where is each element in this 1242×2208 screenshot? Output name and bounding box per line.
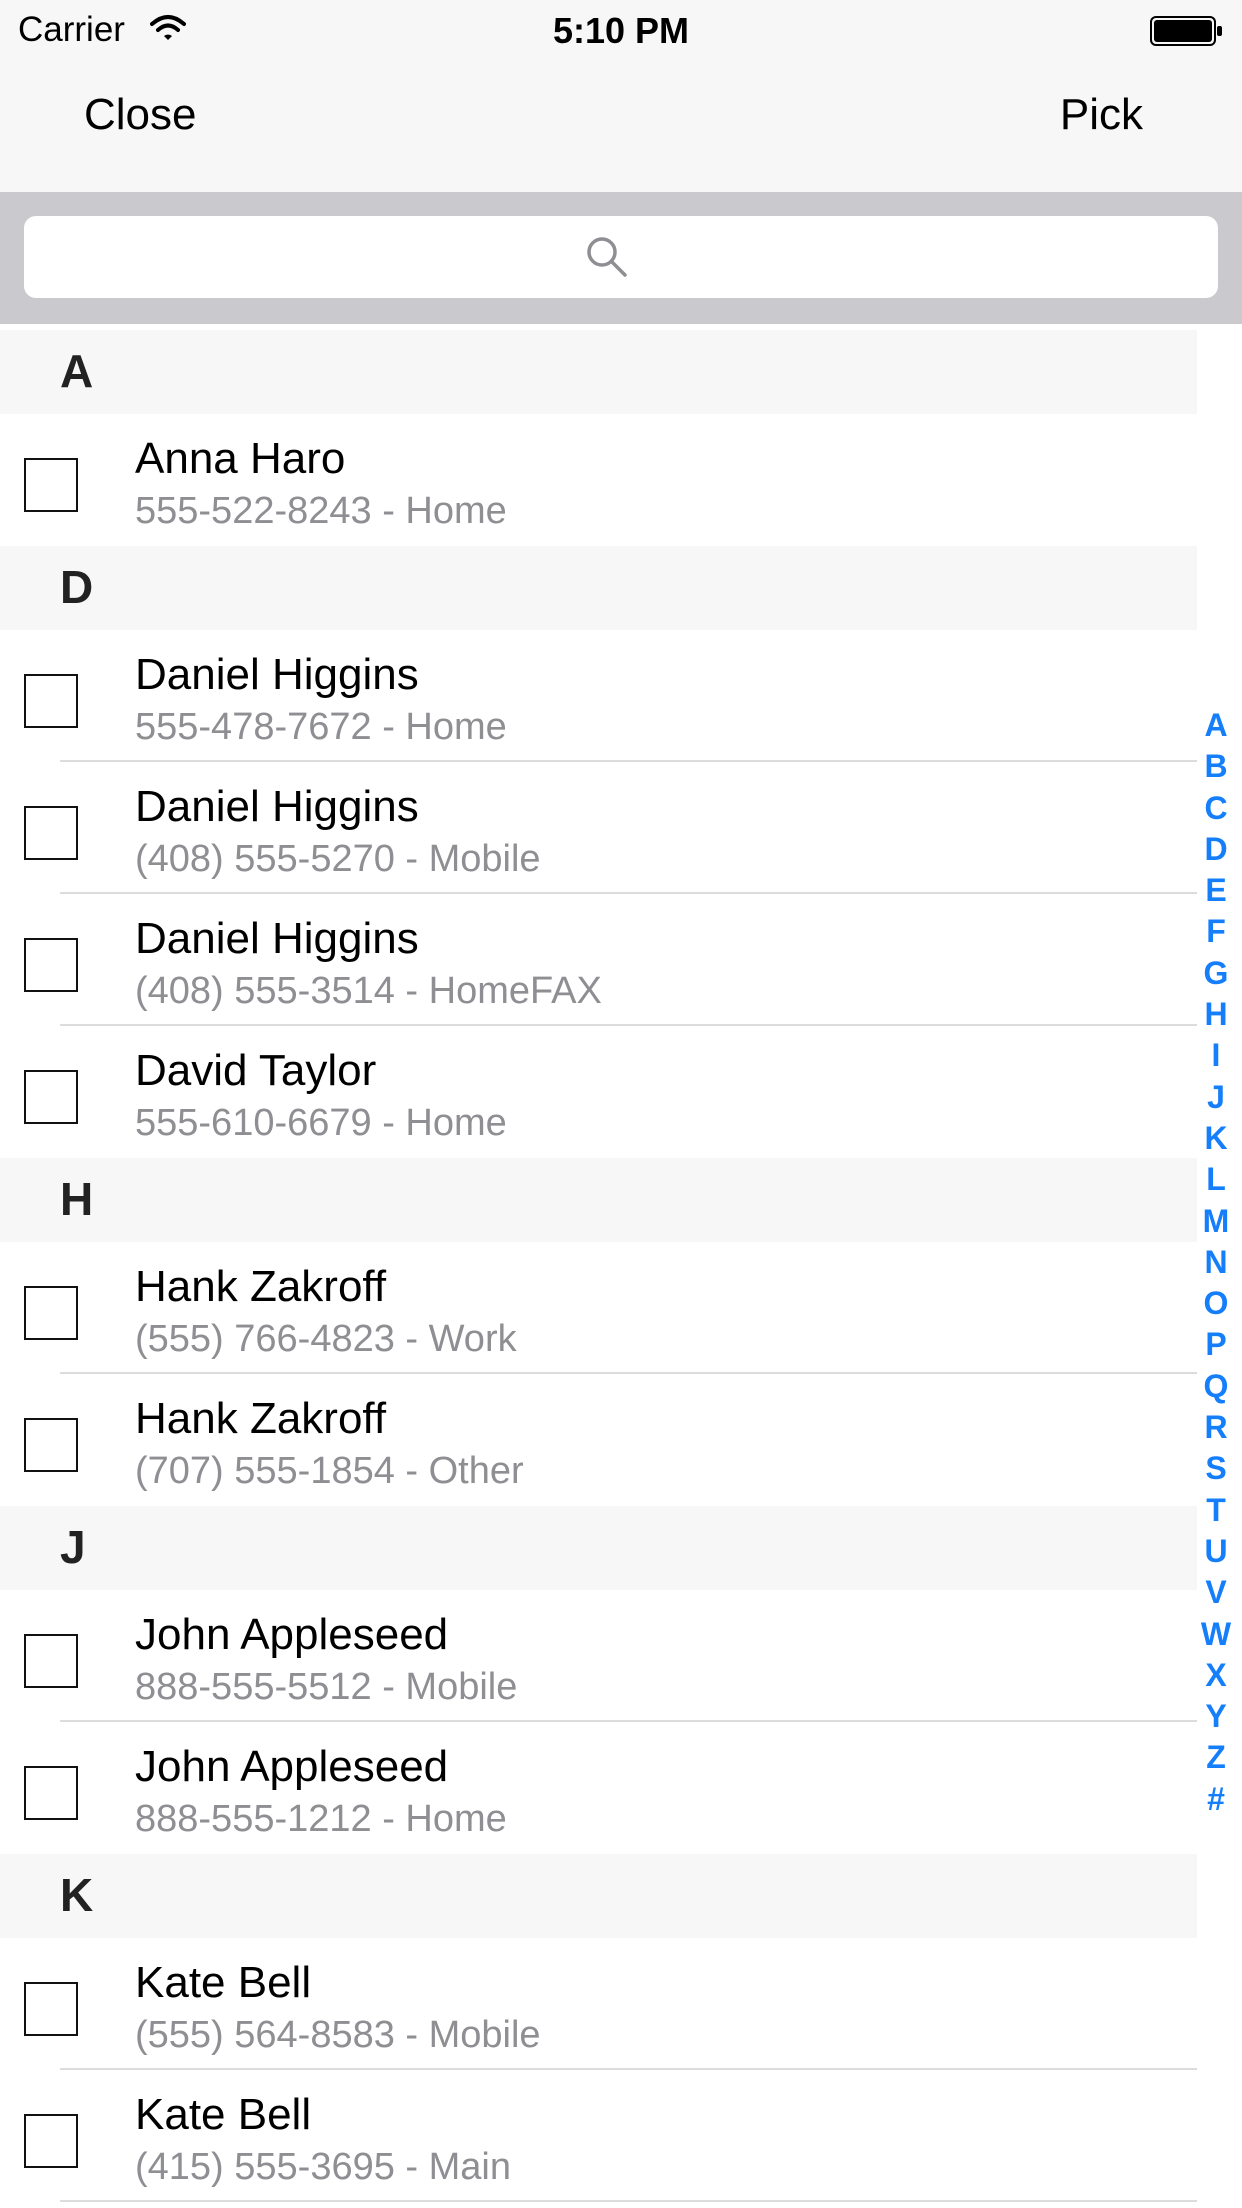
select-checkbox[interactable]: [24, 1286, 78, 1340]
index-letter[interactable]: X: [1205, 1655, 1226, 1696]
index-letter[interactable]: S: [1205, 1448, 1226, 1489]
contact-row[interactable]: Kate Bell (555) 564-8583 - Mobile: [0, 1938, 1197, 2070]
section-letter: K: [60, 1869, 94, 1921]
contact-row[interactable]: Daniel Higgins (408) 555-3514 - HomeFAX: [0, 894, 1197, 1026]
contact-detail: (408) 555-5270 - Mobile: [135, 838, 541, 880]
index-letter[interactable]: E: [1205, 870, 1226, 911]
section-letter: H: [60, 1173, 94, 1225]
contact-row[interactable]: Hank Zakroff (707) 555-1854 - Other: [0, 1374, 1197, 1506]
section-header-k: K: [0, 1854, 1197, 1938]
index-letter[interactable]: Q: [1204, 1366, 1229, 1407]
row-separator: [60, 2200, 1197, 2202]
pick-button[interactable]: Pick: [1060, 90, 1143, 140]
contact-name: Daniel Higgins: [135, 650, 419, 699]
index-letter[interactable]: J: [1207, 1077, 1225, 1118]
contact-name: Anna Haro: [135, 434, 346, 483]
contact-list[interactable]: A Anna Haro 555-522-8243 - Home D Daniel…: [0, 330, 1197, 2202]
select-checkbox[interactable]: [24, 1634, 78, 1688]
contact-row[interactable]: John Appleseed 888-555-1212 - Home: [0, 1722, 1197, 1854]
section-header-h: H: [0, 1158, 1197, 1242]
status-bar: Carrier 5:10 PM: [0, 0, 1242, 62]
battery-icon: [1150, 16, 1224, 51]
index-letter[interactable]: D: [1204, 829, 1227, 870]
section-header-j: J: [0, 1506, 1197, 1590]
contact-name: Kate Bell: [135, 1958, 312, 2007]
index-letter[interactable]: Y: [1205, 1696, 1226, 1737]
contact-row[interactable]: Anna Haro 555-522-8243 - Home: [0, 414, 1197, 546]
contact-name: Daniel Higgins: [135, 914, 419, 963]
index-letter[interactable]: Z: [1206, 1737, 1226, 1778]
contact-detail: (707) 555-1854 - Other: [135, 1450, 524, 1492]
contact-detail: 555-478-7672 - Home: [135, 706, 507, 748]
contact-detail: (555) 564-8583 - Mobile: [135, 2014, 541, 2056]
section-header-d: D: [0, 546, 1197, 630]
contact-row[interactable]: John Appleseed 888-555-5512 - Mobile: [0, 1590, 1197, 1722]
index-letter[interactable]: A: [1204, 705, 1227, 746]
select-checkbox[interactable]: [24, 1418, 78, 1472]
contact-detail: (555) 766-4823 - Work: [135, 1318, 517, 1360]
contact-detail: 888-555-5512 - Mobile: [135, 1666, 518, 1708]
contact-name: Hank Zakroff: [135, 1262, 387, 1311]
index-letter[interactable]: H: [1204, 994, 1227, 1035]
index-letter[interactable]: G: [1204, 953, 1229, 994]
index-letter[interactable]: I: [1212, 1035, 1221, 1076]
contact-row[interactable]: Hank Zakroff (555) 766-4823 - Work: [0, 1242, 1197, 1374]
select-checkbox[interactable]: [24, 674, 78, 728]
section-letter: A: [60, 345, 94, 397]
index-letter[interactable]: #: [1207, 1779, 1225, 1820]
index-letter[interactable]: C: [1204, 788, 1227, 829]
index-letter[interactable]: P: [1205, 1324, 1226, 1365]
close-button[interactable]: Close: [84, 90, 197, 140]
index-letter[interactable]: W: [1201, 1614, 1231, 1655]
contact-row[interactable]: Daniel Higgins (408) 555-5270 - Mobile: [0, 762, 1197, 894]
select-checkbox[interactable]: [24, 458, 78, 512]
contact-detail: 555-522-8243 - Home: [135, 490, 507, 532]
index-letter[interactable]: R: [1204, 1407, 1227, 1448]
contact-name: Kate Bell: [135, 2090, 312, 2139]
contact-detail: (415) 555-3695 - Main: [135, 2146, 511, 2188]
select-checkbox[interactable]: [24, 2114, 78, 2168]
select-checkbox[interactable]: [24, 1070, 78, 1124]
contact-row[interactable]: David Taylor 555-610-6679 - Home: [0, 1026, 1197, 1158]
select-checkbox[interactable]: [24, 1766, 78, 1820]
navigation-bar: Close Pick: [0, 62, 1242, 192]
section-letter: D: [60, 561, 94, 613]
index-letter[interactable]: O: [1204, 1283, 1229, 1324]
contact-detail: (408) 555-3514 - HomeFAX: [135, 970, 602, 1012]
contact-name: David Taylor: [135, 1046, 377, 1095]
contact-name: John Appleseed: [135, 1610, 449, 1659]
search-bar: [0, 192, 1242, 324]
contact-detail: 555-610-6679 - Home: [135, 1102, 507, 1144]
contact-name: Hank Zakroff: [135, 1394, 387, 1443]
index-letter[interactable]: K: [1204, 1118, 1227, 1159]
section-header-a: A: [0, 330, 1197, 414]
section-letter: J: [60, 1521, 86, 1573]
index-letter[interactable]: N: [1204, 1242, 1227, 1283]
index-letter[interactable]: L: [1206, 1159, 1226, 1200]
contact-row[interactable]: Kate Bell (415) 555-3695 - Main: [0, 2070, 1197, 2202]
select-checkbox[interactable]: [24, 938, 78, 992]
section-index-bar[interactable]: A B C D E F G H I J K L M N O P Q R S T U V W X Y Z #: [1196, 705, 1236, 1820]
index-letter[interactable]: M: [1203, 1201, 1230, 1242]
status-time: 5:10 PM: [552, 10, 690, 51]
select-checkbox[interactable]: [24, 1982, 78, 2036]
search-icon: [585, 235, 629, 284]
select-checkbox[interactable]: [24, 806, 78, 860]
index-letter[interactable]: U: [1204, 1531, 1227, 1572]
index-letter[interactable]: F: [1206, 911, 1226, 952]
index-letter[interactable]: T: [1206, 1490, 1226, 1531]
index-letter[interactable]: B: [1204, 746, 1227, 787]
contact-detail: 888-555-1212 - Home: [135, 1798, 507, 1840]
contact-name: John Appleseed: [135, 1742, 449, 1791]
contact-name: Daniel Higgins: [135, 782, 419, 831]
index-letter[interactable]: V: [1205, 1572, 1226, 1613]
contact-row[interactable]: Daniel Higgins 555-478-7672 - Home: [0, 630, 1197, 762]
